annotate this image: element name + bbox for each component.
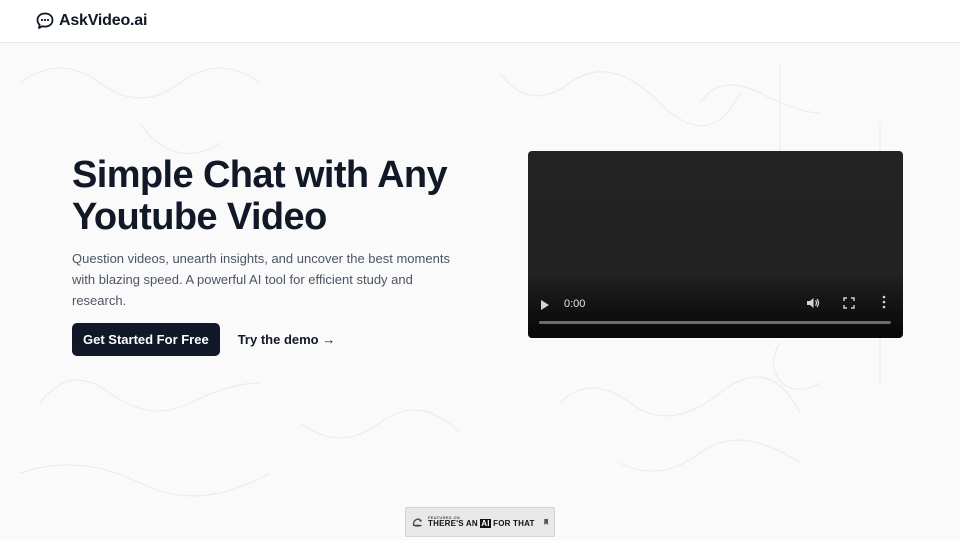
play-icon[interactable] <box>541 300 549 310</box>
hero-section: Simple Chat with Any Youtube Video Quest… <box>72 154 472 356</box>
badge-main-prefix: THERE'S AN <box>428 519 481 528</box>
get-started-button[interactable]: Get Started For Free <box>72 323 220 356</box>
badge-main-text: THERE'S AN AI FOR THAT <box>428 519 535 528</box>
cta-row: Get Started For Free Try the demo → <box>72 323 472 356</box>
badge-ai-box: AI <box>480 519 491 528</box>
theres-an-ai-for-that-badge[interactable]: FEATURED ON THERE'S AN AI FOR THAT <box>405 507 555 537</box>
hero-subtext: Question videos, unearth insights, and u… <box>72 251 450 308</box>
brand-logo-link[interactable]: AskVideo.ai <box>36 12 147 30</box>
more-options-icon[interactable] <box>881 295 887 309</box>
badge-main-suffix: FOR THAT <box>490 519 535 528</box>
hero-headline: Simple Chat with Any Youtube Video <box>72 154 448 238</box>
site-header: AskVideo.ai <box>0 0 960 43</box>
volume-icon[interactable] <box>806 296 820 310</box>
robot-arm-logo-icon <box>412 518 422 527</box>
try-demo-link[interactable]: Try the demo → <box>238 332 336 347</box>
brand-name: AskVideo.ai <box>59 12 148 29</box>
video-player[interactable]: 0:00 <box>528 151 903 338</box>
badge-text: FEATURED ON THERE'S AN AI FOR THAT <box>428 516 535 528</box>
bookmark-icon <box>543 518 548 526</box>
fullscreen-icon[interactable] <box>843 297 855 309</box>
video-progress-bar[interactable] <box>539 321 891 324</box>
chat-bubble-icon <box>36 12 54 29</box>
video-time: 0:00 <box>564 298 586 310</box>
video-controls: 0:00 <box>528 276 903 338</box>
